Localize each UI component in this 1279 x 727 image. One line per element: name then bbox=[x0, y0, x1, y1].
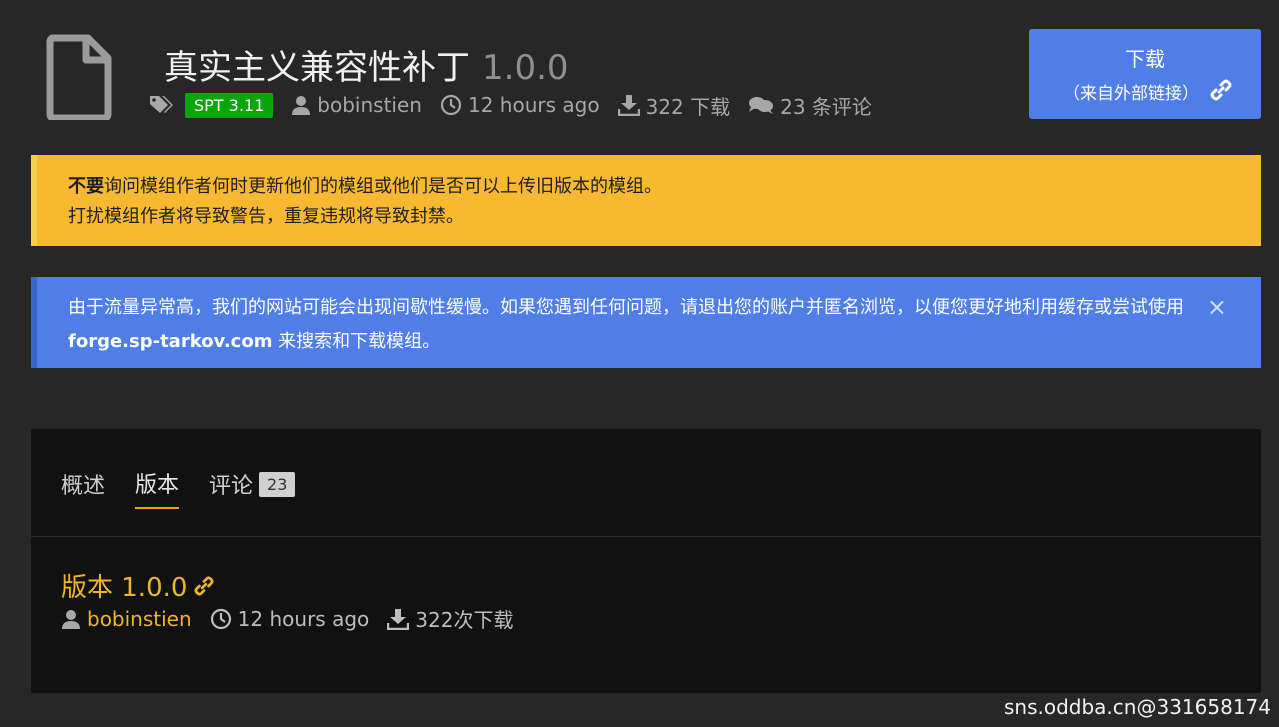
version-title: 版本 1.0.0 bbox=[61, 573, 188, 603]
version-time-group: 12 hours ago bbox=[210, 606, 370, 631]
user-icon bbox=[62, 609, 80, 629]
file-icon bbox=[46, 34, 112, 120]
download-label: 下载 bbox=[1125, 47, 1165, 71]
download-sublabel: （来自外部链接） bbox=[1063, 84, 1199, 104]
info-text-2: 来搜索和下载模组。 bbox=[272, 331, 441, 352]
info-alert: 由于流量异常高，我们的网站可能会出现间歇性缓慢。如果您遇到任何问题，请退出您的账… bbox=[31, 277, 1261, 368]
warning-line-1: 不要询问模组作者何时更新他们的模组或他们是否可以上传旧版本的模组。 bbox=[68, 172, 1261, 202]
tags-group: SPT 3.11 bbox=[149, 92, 274, 118]
info-text-1: 由于流量异常高，我们的网站可能会出现间歇性缓慢。如果您遇到任何问题，请退出您的账… bbox=[68, 297, 1184, 318]
external-link-icon bbox=[1210, 79, 1232, 101]
content-panel: 概述 版本 评论 23 版本 1.0.0 bobinstien 12 hours … bbox=[31, 429, 1261, 693]
link-icon bbox=[194, 575, 214, 596]
tab-overview[interactable]: 概述 bbox=[61, 467, 105, 509]
tab-overview-label: 概述 bbox=[61, 474, 106, 499]
warning-line-2: 打扰模组作者将导致警告，重复违规将导致封禁。 bbox=[68, 206, 464, 227]
version-meta: bobinstien 12 hours ago 322次下载 bbox=[61, 604, 531, 633]
comments-group: 23 条评论 bbox=[748, 91, 872, 120]
version-author[interactable]: bobinstien bbox=[87, 607, 192, 631]
mod-meta: SPT 3.11 bobinstien 12 hours ago 322 下载 … bbox=[149, 90, 890, 120]
close-icon[interactable]: × bbox=[1207, 290, 1227, 324]
version-author-group: bobinstien bbox=[61, 607, 192, 631]
comment-count[interactable]: 23 条评论 bbox=[780, 91, 872, 120]
author-group: bobinstien bbox=[291, 93, 422, 117]
author-name[interactable]: bobinstien bbox=[317, 93, 422, 117]
watermark: sns.oddba.cn@331658174 bbox=[1003, 695, 1271, 719]
downloads-group: 322 下载 bbox=[617, 91, 731, 120]
tab-comments[interactable]: 评论 23 bbox=[209, 467, 296, 509]
version-time: 12 hours ago bbox=[237, 606, 370, 631]
warning-bold: 不要 bbox=[68, 176, 104, 197]
tags-icon bbox=[150, 96, 173, 113]
title-row: 真实主义兼容性补丁 1.0.0 bbox=[164, 40, 569, 89]
tab-versions-label: 版本 bbox=[135, 473, 180, 498]
warning-text-1: 询问模组作者何时更新他们的模组或他们是否可以上传旧版本的模组。 bbox=[104, 176, 662, 197]
updated-time: 12 hours ago bbox=[467, 93, 600, 117]
download-icon bbox=[617, 95, 640, 116]
version-title-link[interactable]: 版本 1.0.0 bbox=[61, 567, 215, 604]
tab-bar: 概述 版本 评论 23 bbox=[61, 467, 296, 509]
time-group: 12 hours ago bbox=[440, 93, 600, 117]
clock-icon bbox=[440, 94, 462, 116]
comments-icon bbox=[749, 97, 774, 114]
mod-title: 真实主义兼容性补丁 bbox=[164, 48, 470, 88]
version-downloads-group: 322次下载 bbox=[387, 604, 513, 633]
warning-alert: 不要询问模组作者何时更新他们的模组或他们是否可以上传旧版本的模组。 打扰模组作者… bbox=[31, 155, 1261, 246]
forge-link[interactable]: forge.sp-tarkov.com bbox=[68, 331, 272, 352]
download-button[interactable]: 下载 （来自外部链接） bbox=[1029, 29, 1261, 119]
version-downloads: 322次下载 bbox=[415, 608, 514, 632]
comments-count-badge: 23 bbox=[259, 471, 296, 497]
spt-version-badge[interactable]: SPT 3.11 bbox=[185, 92, 274, 118]
tab-divider bbox=[31, 536, 1261, 537]
clock-icon bbox=[210, 608, 231, 629]
tab-versions[interactable]: 版本 bbox=[135, 467, 180, 509]
mod-version: 1.0.0 bbox=[482, 48, 569, 88]
tab-comments-label: 评论 bbox=[209, 474, 254, 499]
download-icon bbox=[387, 608, 410, 630]
download-count: 322 下载 bbox=[645, 94, 731, 119]
user-icon bbox=[292, 96, 311, 115]
